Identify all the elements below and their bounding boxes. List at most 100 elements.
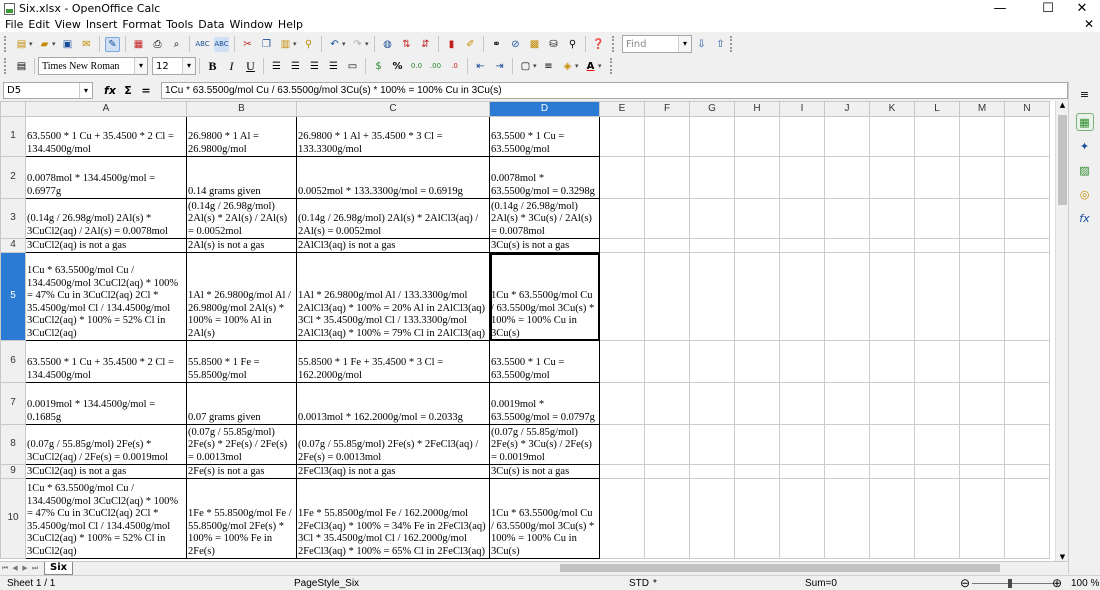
cell-e1[interactable]: [599, 116, 645, 157]
cell-i2[interactable]: [779, 156, 825, 199]
cell-n3[interactable]: [1004, 198, 1050, 239]
cell-f5[interactable]: [644, 252, 690, 341]
cell-g9[interactable]: [689, 464, 735, 479]
cell-i3[interactable]: [779, 198, 825, 239]
cell-k8[interactable]: [869, 424, 915, 465]
name-box[interactable]: D5 ▾: [3, 82, 93, 99]
zoom-level[interactable]: 100 %: [1071, 578, 1099, 589]
cell-b10[interactable]: 1Fe * 55.8500g/mol Fe / 55.8500g/mol 2Fe…: [186, 478, 297, 559]
cell-f9[interactable]: [644, 464, 690, 479]
horizontal-scrollbar[interactable]: [550, 563, 1055, 573]
percent-icon[interactable]: %: [390, 59, 405, 74]
close-button[interactable]: ✕: [1062, 0, 1100, 17]
email-icon[interactable]: ✉: [79, 37, 94, 52]
cell-j4[interactable]: [824, 238, 870, 253]
chart-icon[interactable]: ▮: [444, 37, 459, 52]
cell-h5[interactable]: [734, 252, 780, 341]
cell-k10[interactable]: [869, 478, 915, 559]
cell-a6[interactable]: 63.5500 * 1 Cu + 35.4500 * 2 Cl = 134.45…: [25, 340, 187, 383]
cell-c9[interactable]: 2FeCl3(aq) is not a gas: [296, 464, 490, 479]
cell-l5[interactable]: [914, 252, 960, 341]
cell-n4[interactable]: [1004, 238, 1050, 253]
column-header-c[interactable]: C: [296, 101, 490, 117]
underline-icon[interactable]: U: [243, 59, 258, 74]
cell-h1[interactable]: [734, 116, 780, 157]
previous-sheet-icon[interactable]: ◀: [10, 564, 20, 572]
zoom-in-icon[interactable]: ⊕: [1052, 576, 1062, 590]
toolbar-grip[interactable]: [4, 58, 8, 74]
cell-f2[interactable]: [644, 156, 690, 199]
menu-file[interactable]: File: [4, 18, 27, 31]
open-icon[interactable]: ▰: [37, 37, 52, 52]
cell-l3[interactable]: [914, 198, 960, 239]
cell-c1[interactable]: 26.9800 * 1 Al + 35.4500 * 3 Cl = 133.33…: [296, 116, 490, 157]
cell-a5[interactable]: 1Cu * 63.5500g/mol Cu / 134.4500g/mol 3C…: [25, 252, 187, 341]
cell-b7[interactable]: 0.07 grams given: [186, 382, 297, 425]
cell-c6[interactable]: 55.8500 * 1 Fe + 35.4500 * 3 Cl = 162.20…: [296, 340, 490, 383]
cell-c3[interactable]: (0.14g / 26.98g/mol) 2Al(s) * 2AlCl3(aq)…: [296, 198, 490, 239]
cell-f8[interactable]: [644, 424, 690, 465]
cell-j9[interactable]: [824, 464, 870, 479]
find-replace-icon[interactable]: ⚭: [489, 37, 504, 52]
spreadsheet-grid[interactable]: ABCDEFGHIJKLMN 1 63.5500 * 1 Cu + 35.4500…: [0, 101, 1055, 561]
cell-d2[interactable]: 0.0078mol * 63.5500g/mol = 0.3298g: [489, 156, 600, 199]
cell-b5[interactable]: 1Al * 26.9800g/mol Al / 26.9800g/mol 2Al…: [186, 252, 297, 341]
cell-m8[interactable]: [959, 424, 1005, 465]
sort-descending-icon[interactable]: ⇵: [418, 37, 433, 52]
row-header-9[interactable]: 9: [0, 464, 26, 479]
cell-a2[interactable]: 0.0078mol * 134.4500g/mol = 0.6977g: [25, 156, 187, 199]
font-name-select[interactable]: Times New Roman ▾: [38, 57, 148, 75]
redo-icon[interactable]: ↷: [350, 37, 365, 52]
close-document-button[interactable]: ✕: [1084, 17, 1094, 32]
datasources-icon[interactable]: ⛁: [546, 37, 561, 52]
next-sheet-icon[interactable]: ▶: [20, 564, 30, 572]
column-header-b[interactable]: B: [186, 101, 297, 117]
bold-icon[interactable]: B: [205, 59, 220, 74]
cell-i7[interactable]: [779, 382, 825, 425]
column-header-a[interactable]: A: [25, 101, 187, 117]
cell-e5[interactable]: [599, 252, 645, 341]
cell-f6[interactable]: [644, 340, 690, 383]
row-header-4[interactable]: 4: [0, 238, 26, 253]
align-left-icon[interactable]: ☰: [269, 59, 284, 74]
navigator-icon[interactable]: ⊘: [508, 37, 523, 52]
menu-window[interactable]: Window: [229, 18, 277, 31]
edit-file-icon[interactable]: ✎: [105, 36, 120, 52]
increase-indent-icon[interactable]: ⇥: [492, 59, 507, 74]
function-icon[interactable]: =: [137, 84, 155, 97]
cell-i5[interactable]: [779, 252, 825, 341]
paste-icon[interactable]: ▥: [278, 37, 293, 52]
cell-n5[interactable]: [1004, 252, 1050, 341]
zoom-slider[interactable]: [972, 583, 1054, 584]
cell-g4[interactable]: [689, 238, 735, 253]
menu-view[interactable]: View: [54, 18, 85, 31]
page-preview-icon[interactable]: ⌕: [169, 37, 184, 52]
cell-d3[interactable]: (0.14g / 26.98g/mol) 2Al(s) * 3Cu(s) / 2…: [489, 198, 600, 239]
cell-d1[interactable]: 63.5500 * 1 Cu = 63.5500g/mol: [489, 116, 600, 157]
styles-icon[interactable]: ▤: [14, 59, 29, 74]
find-previous-icon[interactable]: ⇧: [713, 37, 728, 52]
gallery-sidebar-icon[interactable]: ▨: [1076, 161, 1094, 179]
save-icon[interactable]: ▣: [60, 37, 75, 52]
cell-b2[interactable]: 0.14 grams given: [186, 156, 297, 199]
toolbar-grip[interactable]: [610, 58, 614, 74]
navigator-sidebar-icon[interactable]: ◎: [1076, 185, 1094, 203]
cell-n10[interactable]: [1004, 478, 1050, 559]
menu-edit[interactable]: Edit: [27, 18, 53, 31]
justify-icon[interactable]: ☰: [326, 59, 341, 74]
cell-j1[interactable]: [824, 116, 870, 157]
currency-icon[interactable]: $: [371, 59, 386, 74]
clone-formatting-icon[interactable]: ⚲: [301, 37, 316, 52]
cell-g1[interactable]: [689, 116, 735, 157]
select-all-corner[interactable]: [0, 101, 26, 117]
row-header-10[interactable]: 10: [0, 478, 26, 559]
cell-d6[interactable]: 63.5500 * 1 Cu = 63.5500g/mol: [489, 340, 600, 383]
cell-l6[interactable]: [914, 340, 960, 383]
cell-c7[interactable]: 0.0013mol * 162.2000g/mol = 0.2033g: [296, 382, 490, 425]
cell-k3[interactable]: [869, 198, 915, 239]
font-color-icon[interactable]: A: [583, 59, 598, 74]
cell-g8[interactable]: [689, 424, 735, 465]
row-header-6[interactable]: 6: [0, 340, 26, 383]
cell-m5[interactable]: [959, 252, 1005, 341]
cell-b4[interactable]: 2Al(s) is not a gas: [186, 238, 297, 253]
